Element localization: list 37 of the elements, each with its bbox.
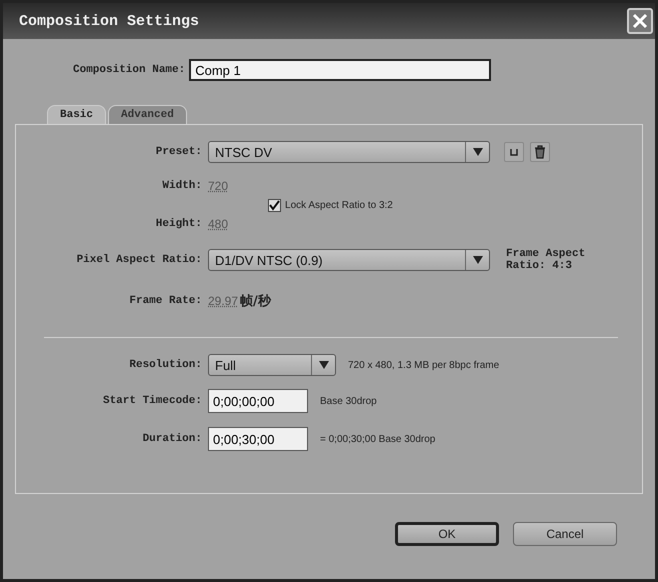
field-label: Pixel Aspect Ratio: (76, 254, 202, 266)
close-icon (632, 13, 648, 29)
timecode-base-text: Base 30drop (320, 396, 377, 406)
dropdown-arrow-icon (472, 256, 482, 264)
delete-preset-button[interactable] (530, 142, 550, 162)
tab[interactable]: Advanced (108, 105, 187, 124)
dialog-button[interactable]: OK (395, 522, 499, 546)
field-label: Width: (162, 180, 202, 192)
resolution-info: 720 x 480, 1.3 MB per 8bpc frame (348, 360, 500, 370)
dropdown-arrow-icon (318, 361, 328, 369)
pixel-aspect-dropdown[interactable]: D1/DV NTSC (0.9) (208, 249, 490, 271)
frame-rate-unit: 帧/秒 (240, 293, 271, 310)
preset-dropdown[interactable]: NTSC DV (208, 141, 490, 163)
dropdown-arrow-icon (472, 148, 482, 156)
window-title: Composition Settings (19, 12, 200, 30)
checkbox[interactable] (268, 198, 282, 212)
dialog-button[interactable]: Cancel (513, 522, 617, 546)
duration-field[interactable]: 0;00;30;00 (208, 427, 308, 451)
field-label: Frame Rate: (129, 295, 202, 307)
field-label: Resolution: (129, 359, 202, 371)
save-preset-button[interactable] (504, 142, 524, 162)
field-label: Preset: (156, 146, 202, 158)
field-label: Start Timecode: (102, 395, 202, 407)
field-label: Height: (156, 218, 202, 230)
tab[interactable]: Basic (47, 105, 106, 124)
checkbox-label: Lock Aspect Ratio to 3:2 (285, 200, 393, 210)
duration-info: = 0;00;30;00 Base 30drop (320, 434, 436, 444)
resolution-dropdown[interactable]: Full (208, 354, 336, 376)
trash-icon (534, 145, 546, 159)
composition-name-field[interactable]: Comp 1 (189, 59, 492, 81)
frame-aspect-ratio-text: Frame Aspect Ratio: 4:3 (506, 248, 586, 272)
close-button[interactable] (627, 8, 653, 34)
tray-icon (509, 147, 519, 157)
start-timecode-field[interactable]: 0;00;00;00 (208, 389, 308, 413)
field-label: Composition Name: (73, 64, 186, 76)
check-icon (269, 200, 280, 210)
field-label: Duration: (142, 433, 202, 445)
